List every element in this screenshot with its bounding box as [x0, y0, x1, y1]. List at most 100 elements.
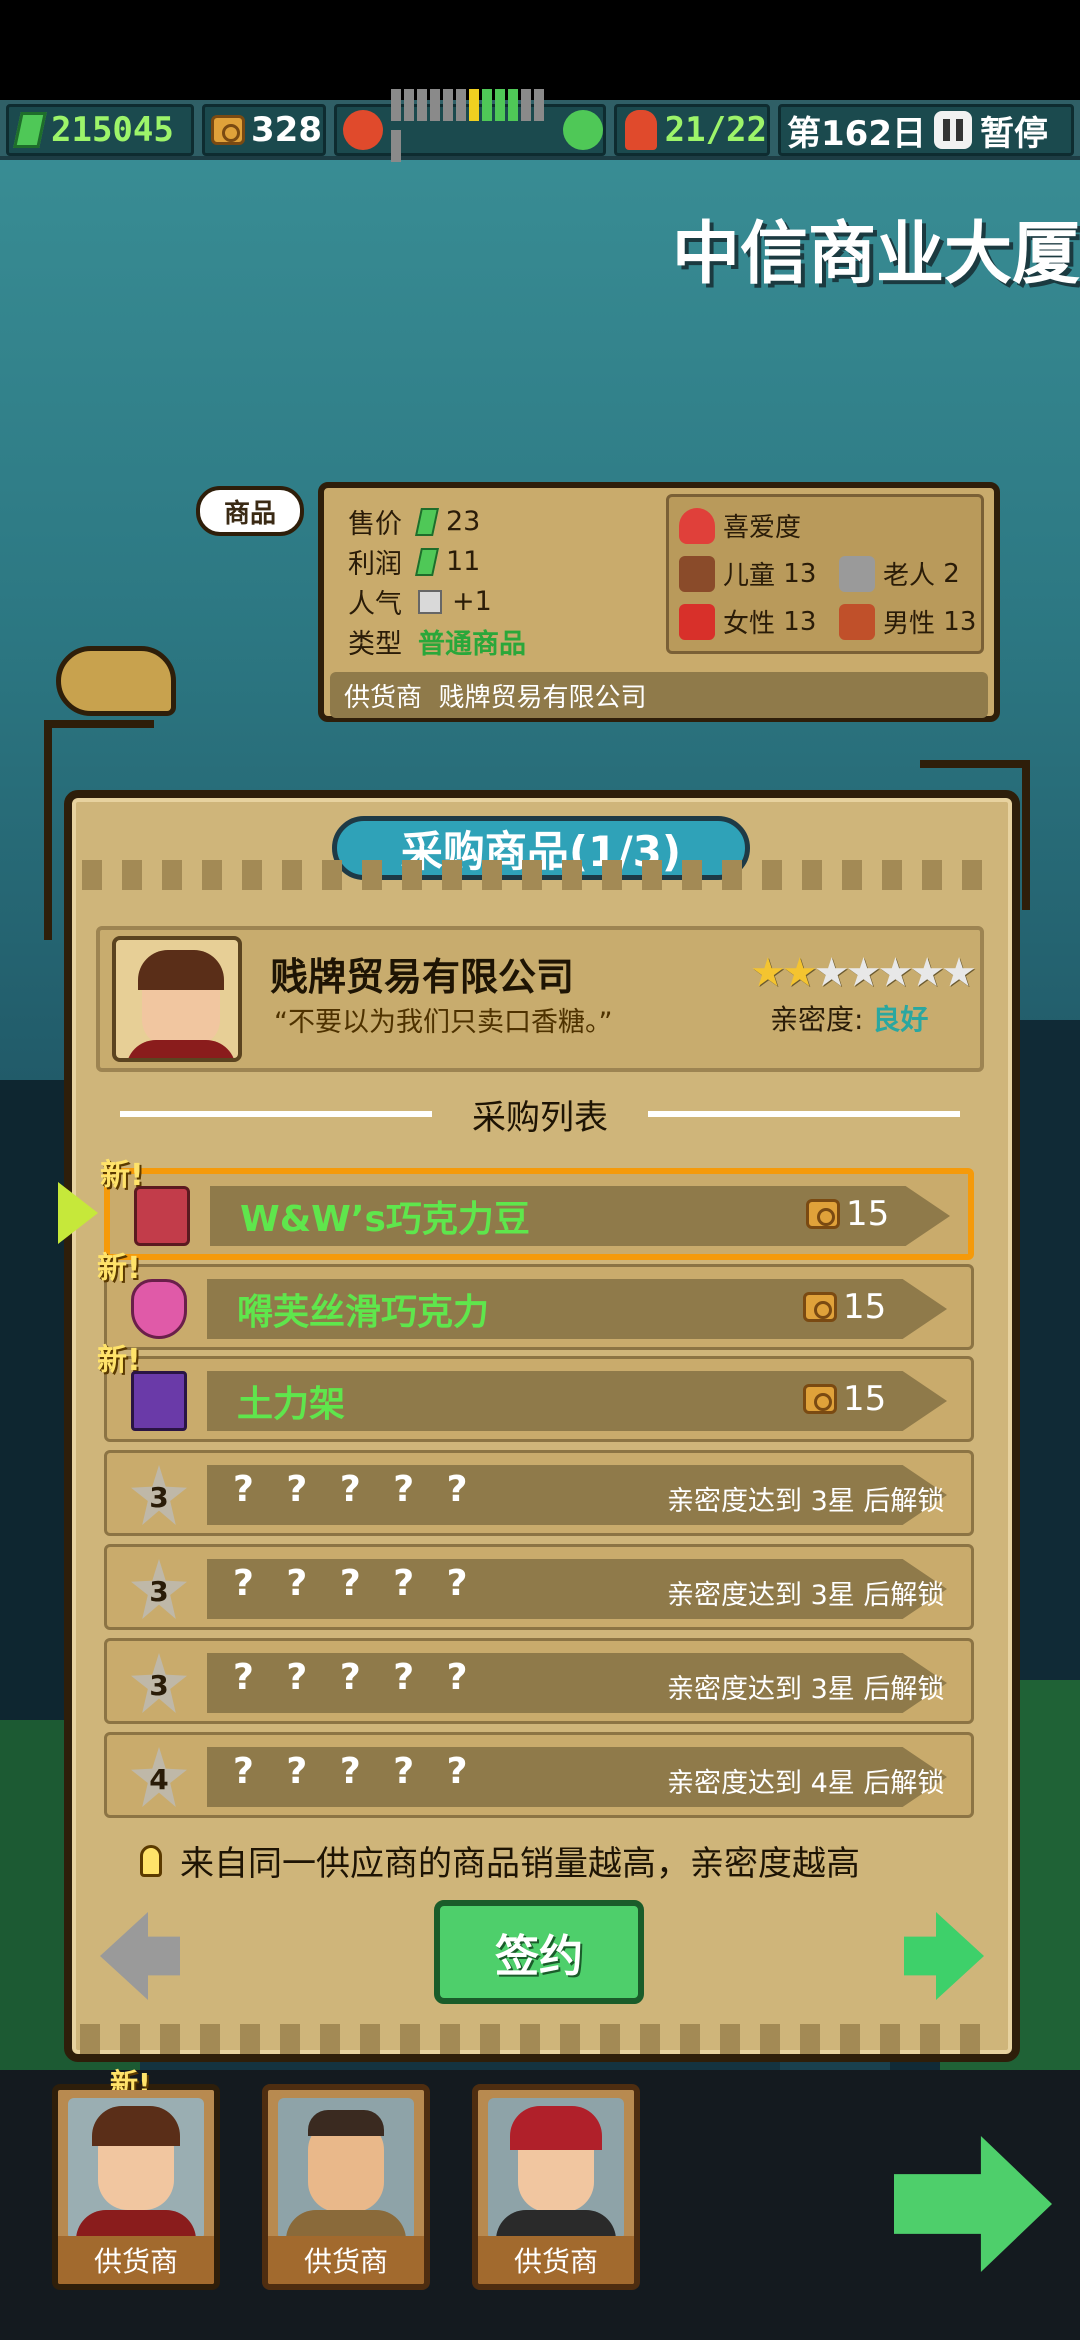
- intimacy-level: 亲密度: 良好: [770, 1003, 929, 1036]
- day-value: 第162日: [787, 113, 926, 154]
- heart-icon: [679, 507, 715, 544]
- supplier-face: [278, 2098, 414, 2240]
- supplier-tab-label: 供货商: [268, 2236, 424, 2284]
- mood-segment: [533, 89, 544, 121]
- product-row-ww-chocolate[interactable]: 新! W&W’s巧克力豆 15: [100, 1158, 974, 1260]
- product-price: 15: [800, 1194, 889, 1234]
- mood-segment: [468, 89, 479, 121]
- star-lock-icon: 3: [131, 1465, 187, 1525]
- female-icon: [679, 603, 715, 640]
- star-lock-icon: 4: [131, 1747, 187, 1807]
- customer-counter: 21/22: [614, 104, 770, 156]
- product-price: 15: [797, 1379, 886, 1419]
- coin-icon: [211, 115, 245, 145]
- lightbulb-icon: [140, 1844, 162, 1877]
- unlock-hint: 亲密度达到 3星 后解锁: [667, 1486, 945, 1517]
- profit-row: 利润 11: [348, 546, 481, 580]
- star-empty-icon: ★: [877, 950, 913, 996]
- star-empty-icon: ★: [909, 950, 945, 996]
- day-pause[interactable]: 第162日 暂停: [778, 104, 1074, 156]
- cash-icon: [415, 507, 439, 536]
- star-empty-icon: ★: [813, 950, 850, 996]
- product-row-candy-bar[interactable]: 新! 土力架 15: [97, 1343, 974, 1442]
- unlock-hint: 亲密度达到 4星 后解锁: [667, 1768, 945, 1799]
- favor-box: 喜爱度 儿童 13 老人 2 女性 13 男性 13: [666, 494, 984, 654]
- product-name: 嘚芙丝滑巧克力: [237, 1292, 490, 1333]
- pause-label[interactable]: 暂停: [980, 106, 1048, 155]
- locked-name: ? ? ? ? ?: [233, 1563, 478, 1604]
- mood-segment: [390, 89, 401, 121]
- favor-children: 儿童 13: [679, 555, 816, 592]
- coin-icon: [803, 1292, 837, 1322]
- product-name: W&W’s巧克力豆: [240, 1199, 530, 1240]
- list-header: 采购列表: [120, 1094, 960, 1138]
- intimacy-stars: ★★★★★★★: [750, 950, 977, 996]
- megaphone-icon: [418, 589, 442, 614]
- locked-row[interactable]: 3 ? ? ? ? ? 亲密度达到 3星 后解锁: [104, 1544, 974, 1630]
- supplier-card: 贱牌贸易有限公司 “不要以为我们只卖口香糖。” ★★★★★★★ 亲密度: 良好: [96, 926, 984, 1072]
- unlock-hint: 亲密度达到 3星 后解锁: [667, 1674, 945, 1705]
- locked-row[interactable]: 3 ? ? ? ? ? 亲密度达到 3星 后解锁: [104, 1638, 974, 1724]
- panel-border-pattern: [80, 2024, 1000, 2054]
- popularity-row: 人气 +1: [348, 586, 492, 620]
- tip-text: 来自同一供应商的商品销量越高，亲密度越高: [140, 1836, 860, 1885]
- favor-female: 女性 13: [679, 603, 816, 640]
- star-lock-icon: 3: [131, 1559, 187, 1619]
- mood-segment: [416, 89, 427, 121]
- star-empty-icon: ★: [941, 950, 977, 996]
- new-badge: 新!: [97, 1251, 141, 1286]
- star-lock-icon: 3: [131, 1653, 187, 1713]
- mood-segment: [455, 89, 466, 121]
- locked-name: ? ? ? ? ?: [233, 1657, 478, 1698]
- supplier-tab-1[interactable]: 供货商: [52, 2084, 220, 2290]
- favor-male: 男性 13: [839, 603, 976, 640]
- mood-segment: [507, 89, 518, 121]
- building-name: 中信商业大厦: [671, 215, 1080, 294]
- product-row-silky-chocolate[interactable]: 新! 嘚芙丝滑巧克力 15: [97, 1251, 974, 1350]
- product-price: 15: [797, 1287, 886, 1327]
- money-value: 215045: [51, 110, 174, 150]
- cash-icon: [415, 547, 439, 576]
- gem-value: 328: [251, 110, 322, 150]
- unlock-hint: 亲密度达到 3星 后解锁: [667, 1580, 945, 1611]
- heart-chocolate-icon: [131, 1279, 187, 1339]
- supplier-portrait: [112, 936, 242, 1062]
- mood-segment: [520, 89, 531, 121]
- supplier-tab-label: 供货商: [58, 2236, 214, 2284]
- money-counter: 215045: [6, 104, 194, 156]
- mood-segment: [442, 89, 453, 121]
- supplier-tab-3[interactable]: 供货商: [472, 2084, 640, 2290]
- star-filled-icon: ★: [750, 950, 786, 996]
- mood-segment: [494, 89, 505, 121]
- mood-segment: [481, 89, 492, 121]
- product-name: 土力架: [237, 1384, 346, 1425]
- locked-row[interactable]: 3 ? ? ? ? ? 亲密度达到 3星 后解锁: [104, 1450, 974, 1536]
- cash-icon: [13, 112, 47, 148]
- supplier-tab-2[interactable]: 供货商: [262, 2084, 430, 2290]
- candy-bar-icon: [131, 1371, 187, 1431]
- supplier-face: [488, 2098, 624, 2240]
- customer-value: 21/22: [664, 110, 767, 150]
- type-row: 类型 普通商品: [348, 629, 526, 660]
- coin-icon: [806, 1199, 840, 1229]
- panel-border-pattern: [82, 860, 1000, 890]
- supplier-name: 贱牌贸易有限公司: [270, 955, 575, 999]
- supplier-quote: “不要以为我们只卖口香糖。”: [274, 1007, 613, 1038]
- chocolate-bag-icon: [134, 1186, 190, 1246]
- mood-bar: [390, 89, 559, 171]
- dragon-ornament: [56, 646, 176, 716]
- gem-counter: 328: [202, 104, 326, 156]
- product-supplier: 供货商 贱牌贸易有限公司: [330, 672, 988, 718]
- mood-segment: [390, 130, 401, 162]
- supplier-face: [68, 2098, 204, 2240]
- happy-face-icon: [563, 110, 604, 150]
- male-icon: [839, 603, 875, 640]
- sign-contract-button[interactable]: 签约: [434, 1900, 644, 2004]
- favor-title: 喜爱度: [723, 513, 802, 543]
- locked-row[interactable]: 4 ? ? ? ? ? 亲密度达到 4星 后解锁: [104, 1732, 974, 1818]
- pause-icon[interactable]: [933, 111, 972, 149]
- product-tag: 商品: [196, 486, 304, 536]
- customer-icon: [625, 110, 657, 150]
- favor-elderly: 老人 2: [839, 555, 960, 592]
- mood-segment: [403, 89, 414, 121]
